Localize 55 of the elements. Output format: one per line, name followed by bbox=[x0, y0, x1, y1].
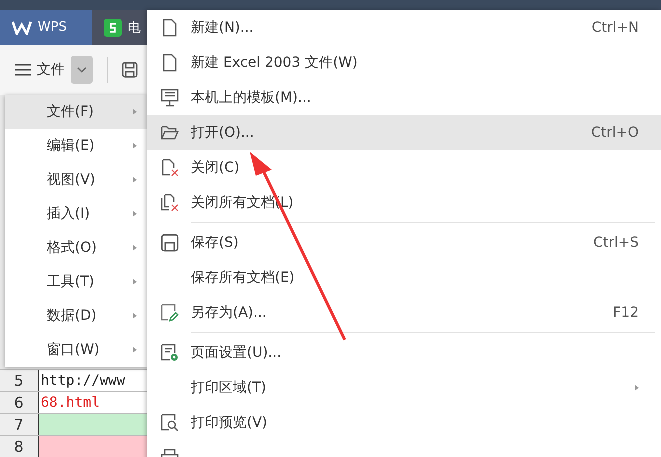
wps-logo-icon bbox=[12, 20, 32, 34]
tab-label: WPS bbox=[38, 20, 67, 35]
cell-text: http://www bbox=[40, 372, 126, 388]
submenu-arrow-icon bbox=[133, 109, 137, 115]
shortcut-text: Ctrl+N bbox=[592, 20, 639, 36]
menu-item[interactable]: 格式(O) bbox=[5, 231, 147, 265]
save-icon bbox=[161, 234, 179, 252]
menu-item[interactable]: 保存所有文档(E) bbox=[147, 260, 661, 295]
document-icon bbox=[161, 18, 179, 36]
submenu-arrow-icon bbox=[133, 347, 137, 353]
menu-item[interactable]: 工具(T) bbox=[5, 265, 147, 299]
document-icon bbox=[161, 54, 179, 72]
menu-item[interactable]: 新建 Excel 2003 文件(W) bbox=[147, 45, 661, 80]
folder-icon bbox=[161, 124, 179, 142]
app-tab[interactable]: WPS bbox=[0, 10, 92, 45]
menu-item[interactable]: 关闭(C) bbox=[147, 150, 661, 185]
menu-item[interactable]: 窗口(W) bbox=[5, 333, 147, 367]
save-as-icon bbox=[161, 304, 179, 322]
cell-text: 68.html bbox=[40, 394, 100, 410]
caret-icon bbox=[77, 67, 87, 73]
page-settings-icon bbox=[161, 344, 179, 362]
close-documents-icon bbox=[161, 194, 179, 212]
monitor-icon bbox=[161, 88, 179, 106]
menu-item[interactable]: 打印预览(V) bbox=[147, 405, 661, 440]
menu-item[interactable]: 数据(D) bbox=[5, 299, 147, 333]
menu-item[interactable]: 编辑(E) bbox=[5, 129, 147, 163]
menu-item[interactable]: 文件(F) bbox=[5, 95, 147, 129]
row-number: 8 bbox=[0, 436, 38, 457]
spreadsheet-icon bbox=[104, 18, 122, 36]
menu-item[interactable]: 插入(I) bbox=[5, 197, 147, 231]
shortcut-text: F12 bbox=[613, 304, 639, 320]
menu-item[interactable]: 本机上的模板(M)... bbox=[147, 80, 661, 115]
submenu-arrow-icon bbox=[133, 177, 137, 183]
print-preview-icon bbox=[161, 414, 179, 432]
submenu-arrow-icon bbox=[133, 279, 137, 285]
row-number: 6 bbox=[0, 392, 38, 413]
menu-icon[interactable] bbox=[15, 64, 31, 76]
submenu-arrow-icon bbox=[133, 211, 137, 217]
row-number: 5 bbox=[0, 370, 38, 391]
menu-item[interactable]: 视图(V) bbox=[5, 163, 147, 197]
shortcut-text: Ctrl+S bbox=[593, 234, 639, 250]
menu-item[interactable]: 打印区域(T) bbox=[147, 370, 661, 405]
file-menu-label[interactable]: 文件 bbox=[37, 61, 65, 79]
save-icon[interactable] bbox=[122, 62, 138, 78]
menu-item[interactable]: 保存(S) Ctrl+S bbox=[147, 225, 661, 260]
menu-item[interactable]: 打开(O)... Ctrl+O bbox=[147, 115, 661, 150]
shortcut-text: Ctrl+O bbox=[591, 124, 639, 140]
row-number: 7 bbox=[0, 414, 38, 435]
close-document-icon bbox=[161, 158, 179, 176]
menu-item[interactable]: 另存为(A)... F12 bbox=[147, 295, 661, 330]
submenu-arrow-icon bbox=[133, 143, 137, 149]
menu-item[interactable]: 页面设置(U)... bbox=[147, 335, 661, 370]
submenu-arrow-icon bbox=[133, 245, 137, 251]
tab-label: 电 bbox=[128, 20, 141, 36]
submenu-arrow-icon bbox=[133, 313, 137, 319]
